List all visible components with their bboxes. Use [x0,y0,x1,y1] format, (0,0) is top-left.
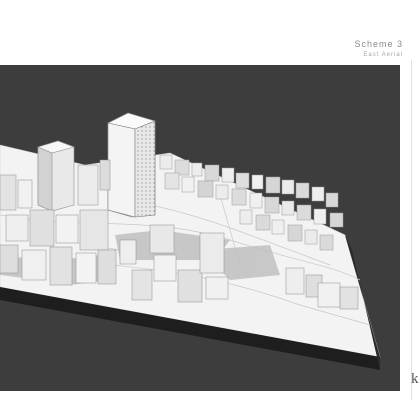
tall-block-left [37,140,75,212]
side-rule [411,60,412,400]
main-tower [107,112,156,218]
massing-model-render [0,112,381,370]
view-subtitle: East Aerial [363,51,403,58]
slide-page: Scheme 3 East Aerial k [0,0,420,420]
title-block: Scheme 3 East Aerial [354,39,403,58]
page-mark-letter: k [411,371,419,387]
scheme-title: Scheme 3 [354,39,403,49]
